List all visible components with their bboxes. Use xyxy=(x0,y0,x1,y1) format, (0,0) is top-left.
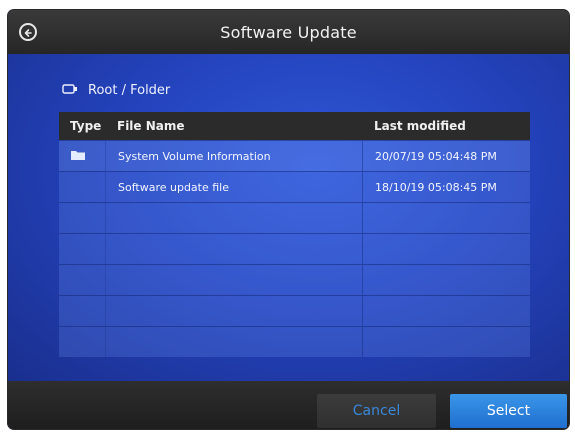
column-header-file-name[interactable]: File Name xyxy=(105,119,362,133)
last-modified-cell xyxy=(362,296,530,326)
table-row[interactable]: Software update file 18/10/19 05:08:45 P… xyxy=(59,171,530,202)
table-row[interactable] xyxy=(59,233,530,264)
table-row[interactable] xyxy=(59,295,530,326)
title-bar: Software Update xyxy=(8,10,569,54)
type-cell xyxy=(59,327,105,357)
file-name-cell xyxy=(105,327,362,357)
last-modified-cell xyxy=(362,203,530,233)
last-modified-cell xyxy=(362,234,530,264)
last-modified-cell: 20/07/19 05:04:48 PM xyxy=(362,141,530,171)
type-cell xyxy=(59,234,105,264)
type-cell xyxy=(59,265,105,295)
last-modified-cell: 18/10/19 05:08:45 PM xyxy=(362,172,530,202)
select-button[interactable]: Select xyxy=(450,394,567,428)
column-header-last-modified[interactable]: Last modified xyxy=(362,119,530,133)
table-row[interactable] xyxy=(59,202,530,233)
folder-icon xyxy=(70,149,86,164)
table-row[interactable]: System Volume Information 20/07/19 05:04… xyxy=(59,140,530,171)
software-update-window: Software Update Root / Folder Type File … xyxy=(8,10,569,429)
table-header: Type File Name Last modified xyxy=(59,112,530,140)
type-cell xyxy=(59,203,105,233)
column-header-type[interactable]: Type xyxy=(59,119,105,133)
table-row[interactable] xyxy=(59,264,530,295)
cancel-button[interactable]: Cancel xyxy=(317,394,436,428)
file-name-cell: Software update file xyxy=(105,172,362,202)
file-name-cell xyxy=(105,296,362,326)
type-cell xyxy=(59,296,105,326)
file-table: Type File Name Last modified System Volu… xyxy=(59,112,530,357)
back-arrow-icon xyxy=(23,23,33,42)
type-cell xyxy=(59,172,105,202)
main-panel: Root / Folder Type File Name Last modifi… xyxy=(8,54,569,381)
drive-icon xyxy=(62,83,88,98)
file-name-cell xyxy=(105,265,362,295)
file-name-cell xyxy=(105,203,362,233)
back-button[interactable] xyxy=(19,23,37,41)
last-modified-cell xyxy=(362,265,530,295)
file-name-cell: System Volume Information xyxy=(105,141,362,171)
file-name-cell xyxy=(105,234,362,264)
breadcrumb-path: Root / Folder xyxy=(88,82,171,98)
breadcrumb[interactable]: Root / Folder xyxy=(62,79,170,101)
table-row[interactable] xyxy=(59,326,530,357)
type-cell xyxy=(59,141,105,171)
footer-bar: Cancel Select xyxy=(8,381,569,429)
page-title: Software Update xyxy=(220,22,357,42)
last-modified-cell xyxy=(362,327,530,357)
